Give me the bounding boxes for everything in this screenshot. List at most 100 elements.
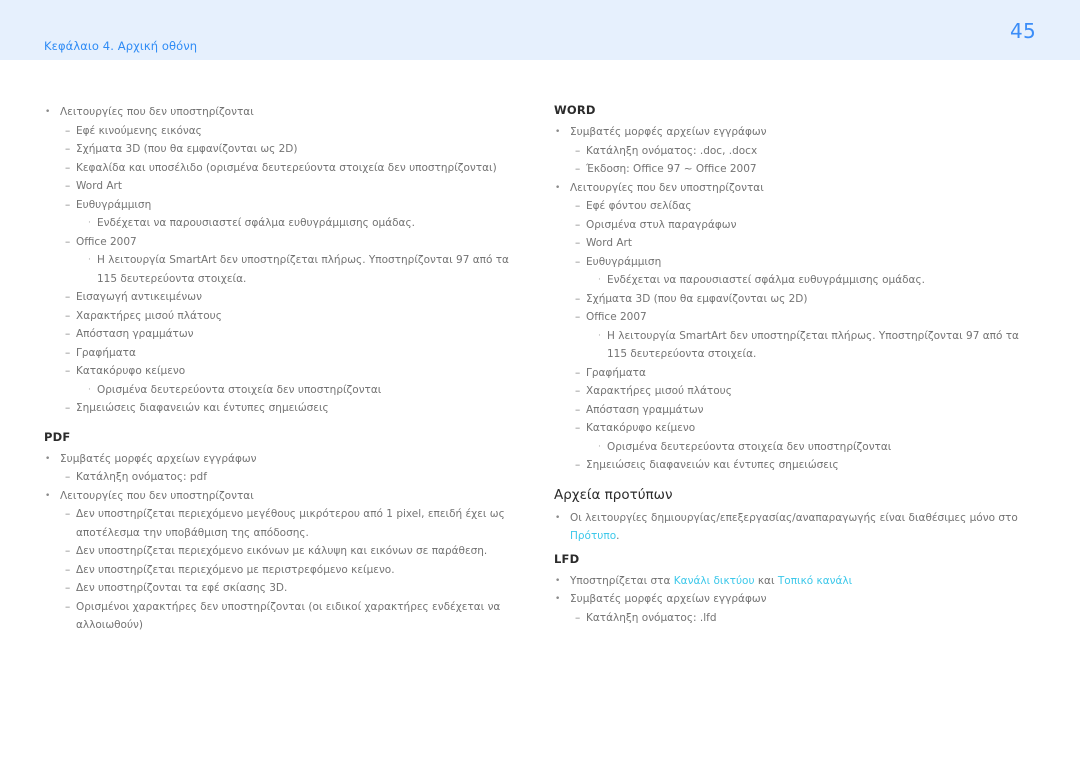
dash-icon: – <box>65 508 71 520</box>
dash-icon: – <box>65 471 71 483</box>
dot-icon: · <box>598 275 601 285</box>
list-item: – Δεν υποστηρίζεται περιεχόμενο εικόνων μ… <box>44 542 514 561</box>
list-item: – Σημειώσεις διαφανειών και έντυπες σημει… <box>44 399 514 418</box>
list-item-label: Κατακόρυφο κείμενο <box>76 365 186 377</box>
list-item: – Γραφήματα <box>554 364 1024 383</box>
list-item: – Κατάληξη ονόματος: .doc, .docx <box>554 142 1024 161</box>
list-item: – Κατακόρυφο κείμενο <box>44 362 514 381</box>
list-item-label: Κατάληξη ονόματος: .doc, .docx <box>586 144 758 157</box>
page-number: 45 <box>1010 19 1037 43</box>
list-item: · Ενδέχεται να παρουσιαστεί σφάλμα ευθυγρ… <box>44 214 514 233</box>
dash-icon: – <box>65 545 71 557</box>
list-item: – Χαρακτήρες μισού πλάτους <box>554 382 1024 401</box>
dash-icon: – <box>65 328 71 340</box>
list-item-label: Κεφαλίδα και υποσέλιδο (ορισμένα δευτερε… <box>76 161 497 174</box>
word-feature-list: • Συμβατές μορφές αρχείων εγγράφων – Κατάλη… <box>554 123 1024 475</box>
powerpoint-unsupported-list: • Λειτουργίες που δεν υποστηρίζονται – Εφέ … <box>44 103 514 418</box>
network-channel-link[interactable]: Κανάλι δικτύου <box>674 575 755 587</box>
dash-icon: – <box>575 459 581 471</box>
template-link[interactable]: Πρότυπο <box>570 530 616 542</box>
dash-icon: – <box>575 218 581 231</box>
list-item-label: Κατάληξη ονόματος: .lfd <box>586 611 717 624</box>
list-item-label: Word Art <box>586 237 632 249</box>
list-item: – Ευθυγράμμιση <box>554 253 1024 272</box>
word-section-heading: WORD <box>554 103 596 117</box>
templates-availability-item: • Οι λειτουργίες δημιουργίας/επεξεργασίας… <box>554 509 1024 546</box>
list-item-label: Εφέ φόντου σελίδας <box>586 200 692 212</box>
dash-icon: – <box>575 237 581 249</box>
list-item: – Δεν υποστηρίζεται περιεχόμενο μεγέθους … <box>44 505 514 542</box>
dash-icon: – <box>575 292 581 305</box>
list-item: – Δεν υποστηρίζονται τα εφέ σκίασης 3D. <box>44 579 514 598</box>
dot-icon: · <box>88 384 91 395</box>
dot-icon: · <box>598 441 601 452</box>
list-item: – Ορισμένοι χαρακτήρες δεν υποστηρίζονται… <box>44 598 514 635</box>
list-item: • Λειτουργίες που δεν υποστηρίζονται <box>44 487 514 506</box>
list-item-label: Δεν υποστηρίζεται περιεχόμενο μεγέθους μ… <box>76 508 505 539</box>
dash-icon: – <box>65 161 71 174</box>
dash-icon: – <box>65 180 71 192</box>
list-item-label: Office 2007 <box>76 235 137 248</box>
local-channel-link[interactable]: Τοπικό κανάλι <box>778 575 852 587</box>
list-item-label: Χαρακτήρες μισού πλάτους <box>76 309 222 322</box>
chapter-breadcrumb: Κεφάλαιο 4. Αρχική οθόνη <box>44 39 198 53</box>
list-item-label: Χαρακτήρες μισού πλάτους <box>586 385 732 397</box>
list-item-label: Κατακόρυφο κείμενο <box>586 422 696 434</box>
dash-icon: – <box>65 309 71 322</box>
list-item: · Ορισμένα δευτερεύοντα στοιχεία δεν υποσ… <box>554 438 1024 457</box>
list-item-label: Ευθυγράμμιση <box>586 255 662 268</box>
dot-icon: · <box>88 218 91 228</box>
list-item: · Ορισμένα δευτερεύοντα στοιχεία δεν υποσ… <box>44 381 514 400</box>
dash-icon: – <box>575 255 581 268</box>
dash-icon: – <box>575 163 581 175</box>
pdf-feature-list: • Συμβατές μορφές αρχείων εγγράφων – Κατάλη… <box>44 450 514 635</box>
list-item: – Έκδοση: Office 97 ~ Office 2007 <box>554 160 1024 179</box>
list-item: · Η λειτουργία SmartArt δεν υποστηρίζεται… <box>44 251 514 288</box>
templates-section-heading: Αρχεία προτύπων <box>554 486 673 503</box>
list-item: – Εφέ φόντου σελίδας <box>554 197 1024 216</box>
pdf-section-heading: PDF <box>44 429 71 444</box>
dash-icon: – <box>65 235 71 248</box>
list-item-label: Λειτουργίες που δεν υποστηρίζονται <box>60 106 254 118</box>
list-item: – Ευθυγράμμιση <box>44 196 514 215</box>
dot-icon: · <box>88 255 91 265</box>
list-item: • Συμβατές μορφές αρχείων εγγράφων <box>554 123 1024 142</box>
list-item-label: Ορισμένα στυλ παραγράφων <box>586 218 737 231</box>
list-item: – Office 2007 <box>554 308 1024 327</box>
dash-icon: – <box>65 143 71 155</box>
left-column: • Λειτουργίες που δεν υποστηρίζονται – Εφέ … <box>44 60 514 635</box>
list-item-label: Γραφήματα <box>586 366 646 379</box>
list-item-label: Κατάληξη ονόματος: pdf <box>76 471 207 483</box>
list-item-label: Γραφήματα <box>76 346 136 359</box>
list-item-label: Ορισμένα δευτερεύοντα στοιχεία δεν υποστ… <box>607 440 892 453</box>
dash-icon: – <box>65 346 71 359</box>
dash-icon: – <box>575 311 581 323</box>
list-item-label: Σχήματα 3D (που θα εμφανίζονται ως 2D) <box>586 292 808 305</box>
list-item-label: Έκδοση: Office 97 ~ Office 2007 <box>586 163 757 175</box>
bullet-icon: • <box>555 127 561 137</box>
list-item: – Κατάληξη ονόματος: .lfd <box>554 609 1024 628</box>
dash-icon: – <box>65 582 71 594</box>
list-item-label: Η λειτουργία SmartArt δεν υποστηρίζεται … <box>97 254 509 285</box>
list-item-label: Λειτουργίες που δεν υποστηρίζονται <box>60 489 254 502</box>
dash-icon: – <box>65 365 71 377</box>
list-item-label: Σημειώσεις διαφανειών και έντυπες σημειώ… <box>76 402 329 414</box>
list-item: – Κεφαλίδα και υποσέλιδο (ορισμένα δευτερ… <box>44 159 514 178</box>
right-column: WORD • Συμβατές μορφές αρχείων εγγράφων – Κ… <box>554 60 1024 627</box>
list-item: – Εφέ κινούμενης εικόνας <box>44 122 514 141</box>
bullet-icon: • <box>555 594 561 604</box>
list-item: · Ενδέχεται να παρουσιαστεί σφάλμα ευθυγρ… <box>554 271 1024 290</box>
lfd-supported-conjunction: και <box>754 574 778 587</box>
lfd-supported-prefix: Υποστηρίζεται στα <box>570 574 674 587</box>
list-item-label: Συμβατές μορφές αρχείων εγγράφων <box>570 593 767 605</box>
list-item-label: Σημειώσεις διαφανειών και έντυπες σημειώ… <box>586 459 839 471</box>
bullet-icon: • <box>45 490 51 501</box>
bullet-icon: • <box>45 107 51 117</box>
lfd-supported-channels-item: • Υποστηρίζεται στα Κανάλι δικτύου και Το… <box>554 572 1024 591</box>
list-item-label: Εφέ κινούμενης εικόνας <box>76 124 202 137</box>
lfd-section-heading: LFD <box>554 551 580 566</box>
dash-icon: – <box>65 291 71 303</box>
list-item-label: Απόσταση γραμμάτων <box>76 328 194 340</box>
list-item-label: Συμβατές μορφές αρχείων εγγράφων <box>570 126 767 138</box>
bullet-icon: • <box>555 575 561 586</box>
